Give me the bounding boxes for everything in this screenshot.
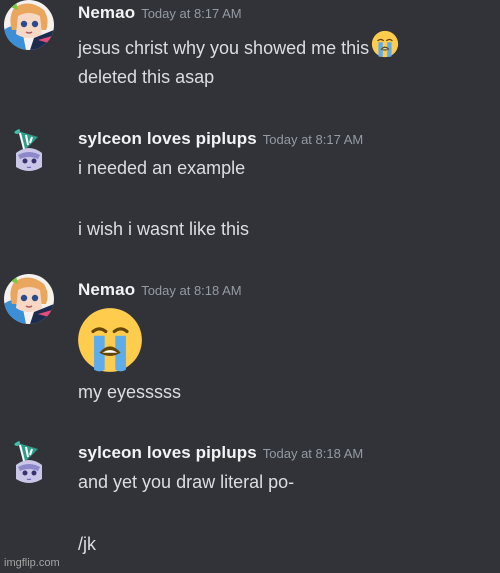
username[interactable]: Nemao	[78, 3, 135, 22]
message-text: /jk	[78, 534, 96, 554]
anime-character-avatar-icon	[4, 274, 54, 324]
message-text: my eyesssss	[78, 382, 182, 402]
timestamp[interactable]: Today at 8:17 AM	[263, 132, 363, 147]
message-text: and yet you draw literal po-	[78, 472, 295, 492]
party-hat-character-avatar-icon	[4, 439, 54, 489]
avatar[interactable]	[4, 274, 54, 324]
message-group: sylceon loves piplups Today at 8:18 AM an…	[0, 439, 500, 557]
avatar[interactable]	[4, 127, 54, 177]
chat-messages: Nemao Today at 8:17 AM jesus christ why y…	[0, 0, 500, 573]
message-header: sylceon loves piplups Today at 8:17 AM	[78, 128, 363, 150]
message-line: jesus christ why you showed me this	[78, 38, 370, 58]
timestamp[interactable]: Today at 8:17 AM	[141, 6, 241, 21]
message-text: i wish i wasnt like this	[78, 219, 250, 239]
message-text: i needed an example	[78, 158, 246, 178]
message-text: deleted this asap	[78, 67, 215, 87]
watermark: imgflip.com	[4, 557, 60, 569]
message-header: Nemao Today at 8:17 AM	[78, 2, 242, 24]
loudly-crying-face-icon	[371, 30, 399, 64]
message-group: Nemao Today at 8:18 AM my eyesssss	[0, 274, 500, 414]
avatar[interactable]	[4, 439, 54, 489]
username[interactable]: sylceon loves piplups	[78, 443, 257, 462]
anime-character-avatar-icon	[4, 0, 54, 50]
timestamp[interactable]: Today at 8:18 AM	[141, 283, 241, 298]
party-hat-character-avatar-icon	[4, 127, 54, 177]
message-group: sylceon loves piplups Today at 8:17 AM i …	[0, 127, 500, 247]
username[interactable]: Nemao	[78, 280, 135, 299]
message-group: Nemao Today at 8:17 AM jesus christ why y…	[0, 0, 500, 95]
avatar[interactable]	[4, 0, 54, 50]
username[interactable]: sylceon loves piplups	[78, 129, 257, 148]
message-header: Nemao Today at 8:18 AM	[78, 279, 242, 301]
loudly-crying-face-icon	[76, 306, 144, 379]
message-header: sylceon loves piplups Today at 8:18 AM	[78, 442, 363, 464]
message-text: jesus christ why you showed me this	[78, 30, 399, 64]
timestamp[interactable]: Today at 8:18 AM	[263, 446, 363, 461]
